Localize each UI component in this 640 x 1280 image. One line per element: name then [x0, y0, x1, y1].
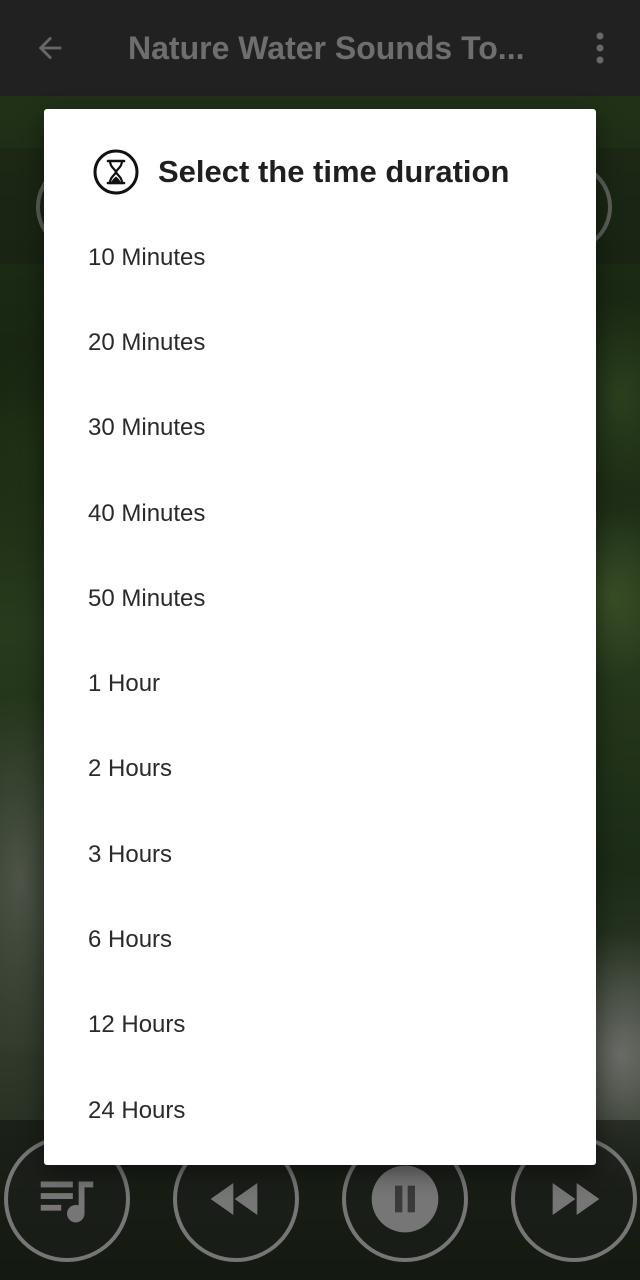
duration-option-50-minutes[interactable]: 50 Minutes — [44, 556, 596, 641]
duration-option-2-hours[interactable]: 2 Hours — [44, 727, 596, 812]
dialog-title: Select the time duration — [158, 154, 510, 189]
duration-option-40-minutes[interactable]: 40 Minutes — [44, 471, 596, 556]
duration-options: 10 Minutes 20 Minutes 30 Minutes 40 Minu… — [44, 215, 596, 1153]
duration-option-24-hours[interactable]: 24 Hours — [44, 1068, 596, 1153]
dialog-header: Select the time duration — [92, 147, 509, 197]
duration-option-12-hours[interactable]: 12 Hours — [44, 983, 596, 1068]
duration-option-30-minutes[interactable]: 30 Minutes — [44, 386, 596, 471]
duration-option-3-hours[interactable]: 3 Hours — [44, 812, 596, 897]
duration-option-6-hours[interactable]: 6 Hours — [44, 897, 596, 982]
hourglass-icon — [93, 149, 139, 195]
duration-dialog: Select the time duration 10 Minutes 20 M… — [44, 109, 596, 1165]
duration-option-20-minutes[interactable]: 20 Minutes — [44, 300, 596, 385]
duration-option-1-hour[interactable]: 1 Hour — [44, 641, 596, 726]
duration-option-10-minutes[interactable]: 10 Minutes — [44, 215, 596, 300]
